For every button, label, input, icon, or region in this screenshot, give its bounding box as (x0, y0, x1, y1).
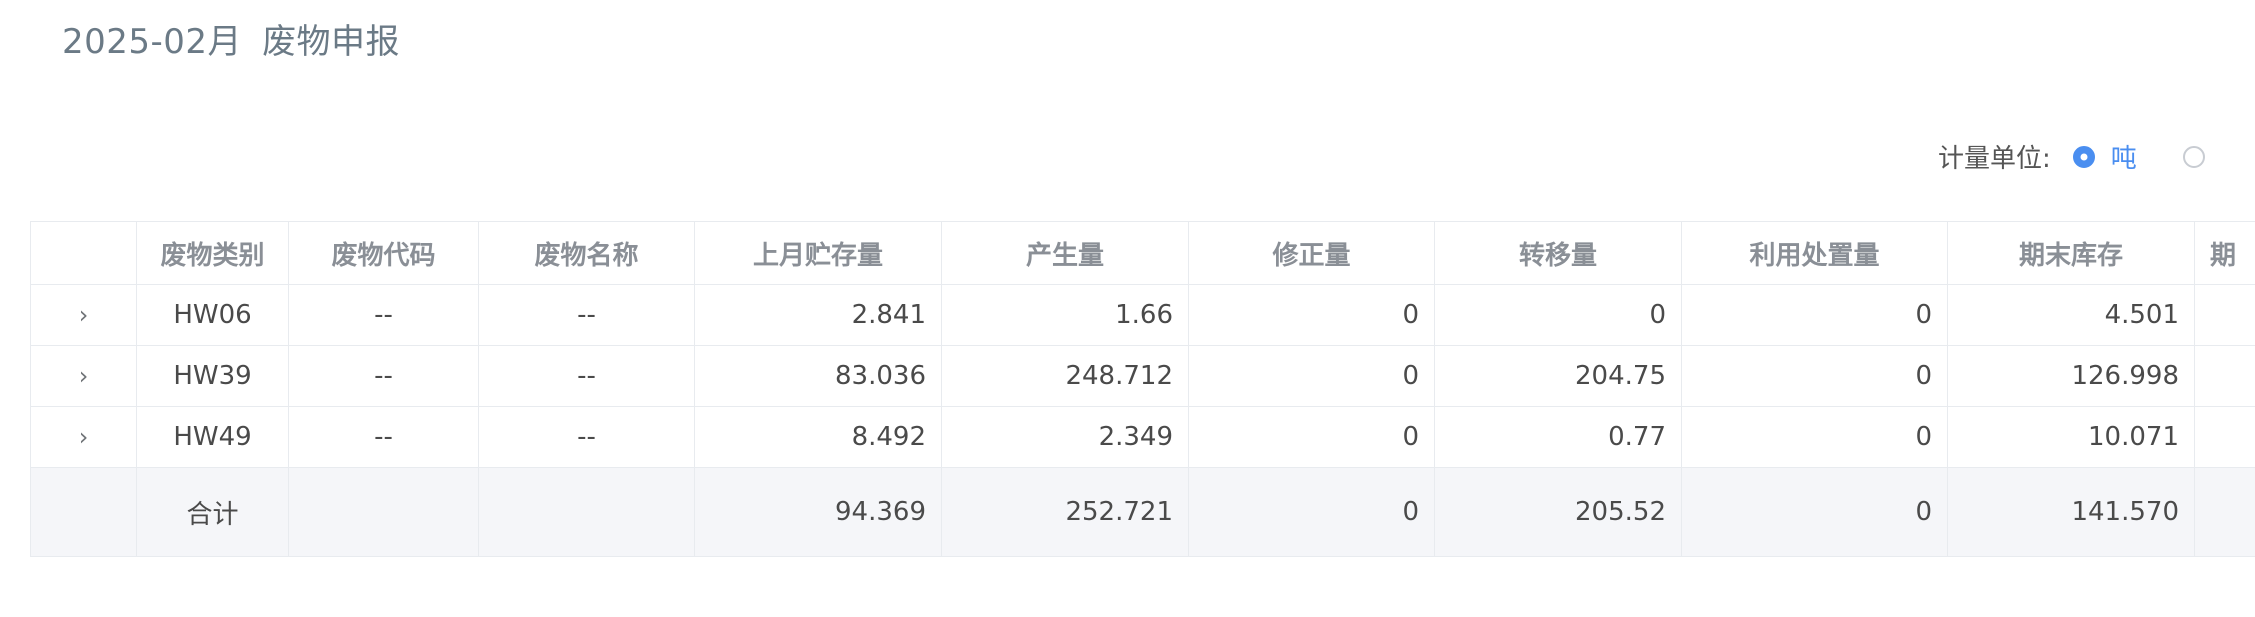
col-header-generated: 产生量 (941, 221, 1189, 285)
cell-corrected: 0 (1188, 406, 1435, 468)
cell-last-month-stock: 2.841 (694, 284, 942, 346)
total-extra (2194, 467, 2255, 557)
col-header-category: 废物类别 (136, 221, 289, 285)
cell-name: -- (478, 345, 695, 407)
col-header-code: 废物代码 (288, 221, 479, 285)
cell-ending-stock: 4.501 (1947, 284, 2195, 346)
col-header-utilized: 利用处置量 (1681, 221, 1948, 285)
cell-utilized: 0 (1681, 284, 1948, 346)
unit-option-ton-label[interactable]: 吨 (2111, 138, 2137, 175)
cell-corrected: 0 (1188, 284, 1435, 346)
unit-radio-other[interactable] (2182, 145, 2205, 168)
cell-utilized: 0 (1681, 345, 1948, 407)
total-row: 合计 94.369 252.721 0 205.52 0 141.570 (30, 467, 2255, 557)
unit-radio-ton[interactable] (2072, 145, 2095, 168)
cell-name: -- (478, 406, 695, 468)
cell-category: HW06 (136, 284, 289, 346)
cell-code: -- (288, 345, 479, 407)
cell-corrected: 0 (1188, 345, 1435, 407)
cell-transferred: 204.75 (1434, 345, 1682, 407)
expand-chevron-icon[interactable]: › (30, 284, 137, 346)
cell-last-month-stock: 8.492 (694, 406, 942, 468)
col-header-transferred: 转移量 (1434, 221, 1682, 285)
col-header-last-month-stock: 上月贮存量 (694, 221, 942, 285)
total-label: 合计 (136, 467, 289, 557)
cell-total-name-blank (478, 467, 695, 557)
cell-extra (2194, 345, 2255, 407)
cell-extra (2194, 406, 2255, 468)
cell-category: HW49 (136, 406, 289, 468)
table-row: › HW49 -- -- 8.492 2.349 0 0.77 0 10.071 (30, 406, 2255, 468)
cell-extra (2194, 284, 2255, 346)
cell-ending-stock: 10.071 (1947, 406, 2195, 468)
cell-name: -- (478, 284, 695, 346)
table-row: › HW06 -- -- 2.841 1.66 0 0 0 4.501 (30, 284, 2255, 346)
period-label: 2025-02月 (62, 22, 243, 62)
cell-utilized: 0 (1681, 406, 1948, 468)
cell-generated: 1.66 (941, 284, 1189, 346)
cell-total-code-blank (288, 467, 479, 557)
expand-chevron-icon[interactable]: › (30, 406, 137, 468)
cell-code: -- (288, 284, 479, 346)
waste-table: 废物类别 废物代码 废物名称 上月贮存量 产生量 修正量 转移量 利用处置量 期… (30, 221, 2255, 557)
total-corrected: 0 (1188, 467, 1435, 557)
page-title: 2025-02月 废物申报 (62, 14, 400, 63)
cell-generated: 2.349 (941, 406, 1189, 468)
expand-chevron-icon[interactable]: › (30, 345, 137, 407)
col-header-corrected: 修正量 (1188, 221, 1435, 285)
col-header-expand (30, 221, 137, 285)
cell-generated: 248.712 (941, 345, 1189, 407)
col-header-ending-stock: 期末库存 (1947, 221, 2195, 285)
cell-last-month-stock: 83.036 (694, 345, 942, 407)
table-row: › HW39 -- -- 83.036 248.712 0 204.75 0 1… (30, 345, 2255, 407)
page-heading: 废物申报 (262, 22, 401, 62)
total-transferred: 205.52 (1434, 467, 1682, 557)
total-generated: 252.721 (941, 467, 1189, 557)
cell-ending-stock: 126.998 (1947, 345, 2195, 407)
cell-total-blank (30, 467, 137, 557)
total-last-month-stock: 94.369 (694, 467, 942, 557)
cell-category: HW39 (136, 345, 289, 407)
col-header-truncated: 期 (2194, 221, 2255, 285)
unit-selector: 计量单位: 吨 (1938, 138, 2205, 175)
unit-label: 计量单位: (1938, 144, 2051, 174)
col-header-name: 废物名称 (478, 221, 695, 285)
cell-transferred: 0 (1434, 284, 1682, 346)
cell-code: -- (288, 406, 479, 468)
table-header-row: 废物类别 废物代码 废物名称 上月贮存量 产生量 修正量 转移量 利用处置量 期… (30, 221, 2255, 285)
cell-transferred: 0.77 (1434, 406, 1682, 468)
total-ending-stock: 141.570 (1947, 467, 2195, 557)
total-utilized: 0 (1681, 467, 1948, 557)
